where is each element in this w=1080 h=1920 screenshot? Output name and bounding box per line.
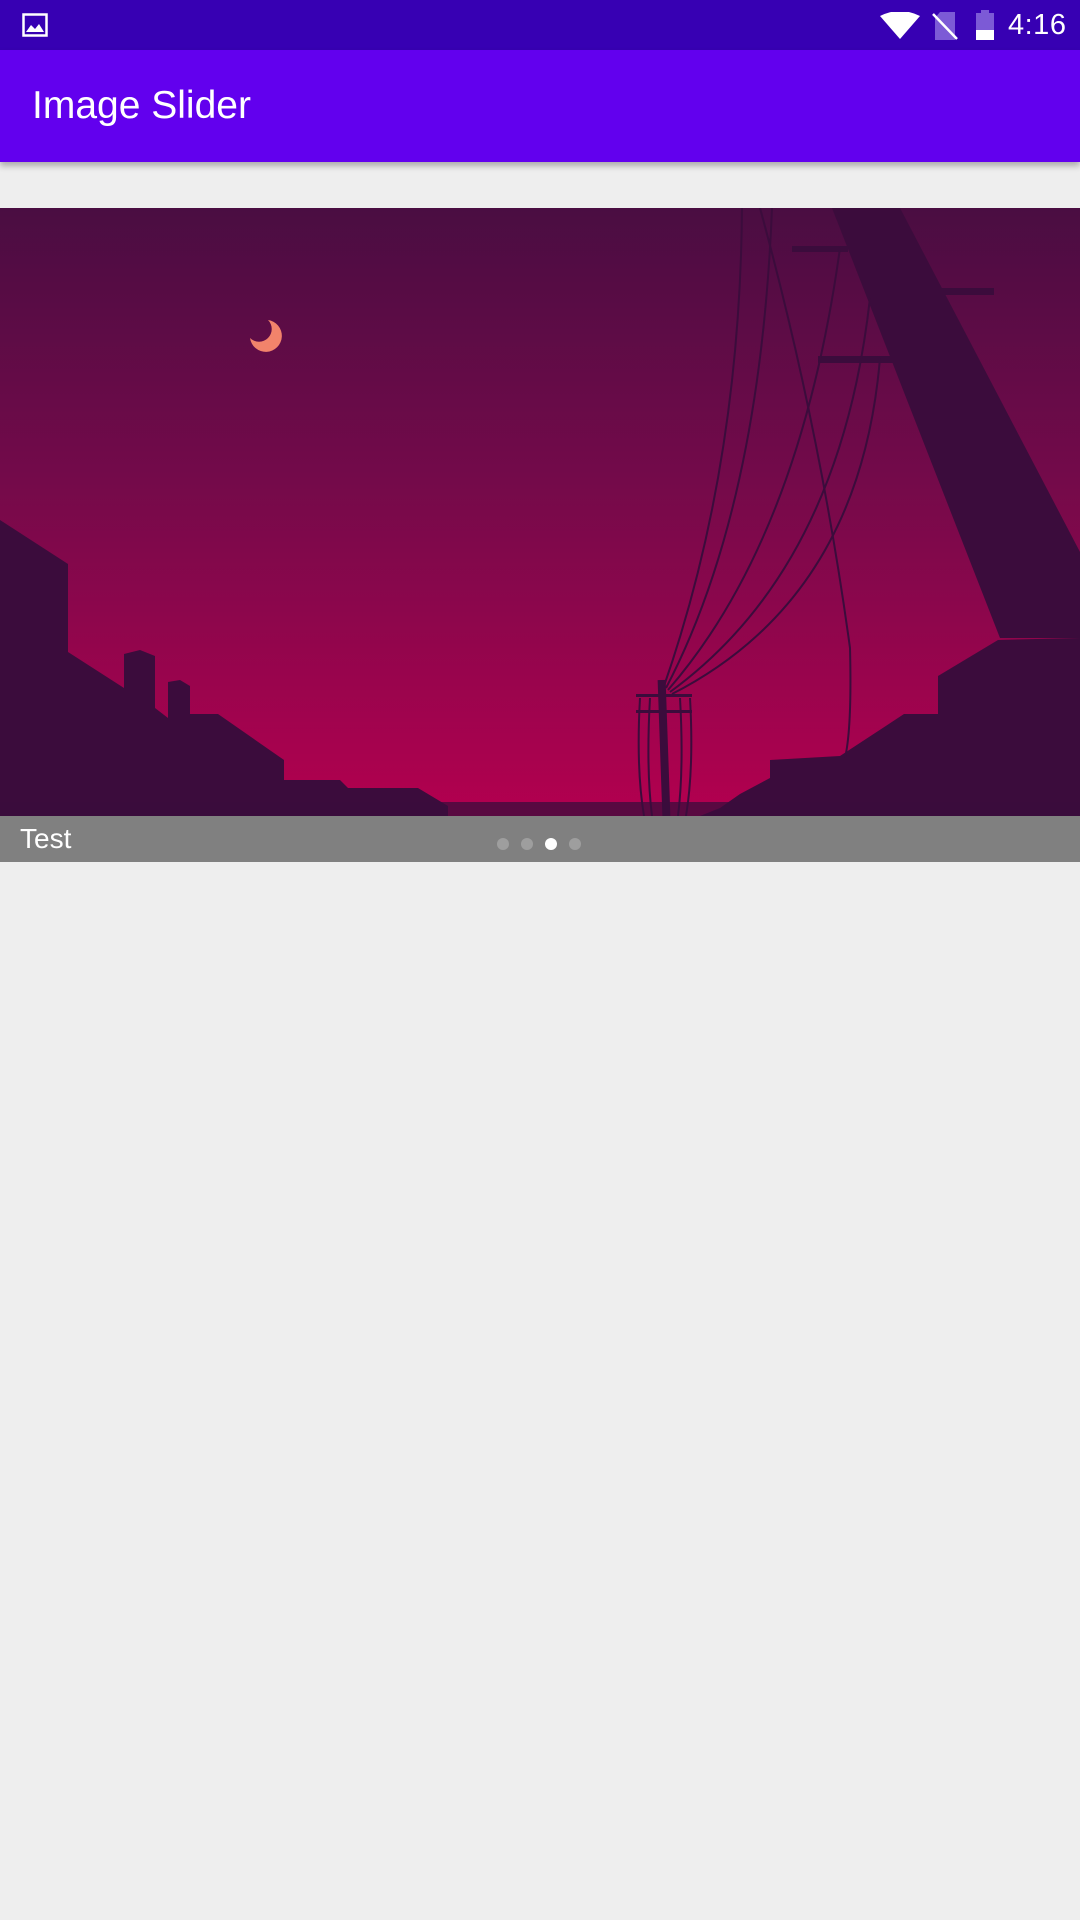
indicator-dot-active[interactable] (545, 838, 557, 850)
image-notification-icon (22, 13, 48, 37)
page-indicator[interactable] (497, 838, 581, 850)
no-sim-icon (932, 12, 958, 40)
indicator-dot[interactable] (569, 838, 581, 850)
status-clock: 4:16 (1008, 9, 1067, 41)
slide-image[interactable] (0, 208, 1080, 816)
slide-caption: Test (20, 823, 72, 854)
indicator-dot[interactable] (521, 838, 533, 850)
status-bar: 4:16 (0, 0, 1080, 50)
image-slider[interactable]: Test (0, 208, 1080, 862)
app-bar: Image Slider (0, 50, 1080, 162)
caption-bar: Test (0, 816, 1080, 862)
wifi-icon (880, 12, 920, 39)
app-title: Image Slider (32, 84, 251, 127)
indicator-dot[interactable] (497, 838, 509, 850)
battery-icon (976, 10, 994, 40)
